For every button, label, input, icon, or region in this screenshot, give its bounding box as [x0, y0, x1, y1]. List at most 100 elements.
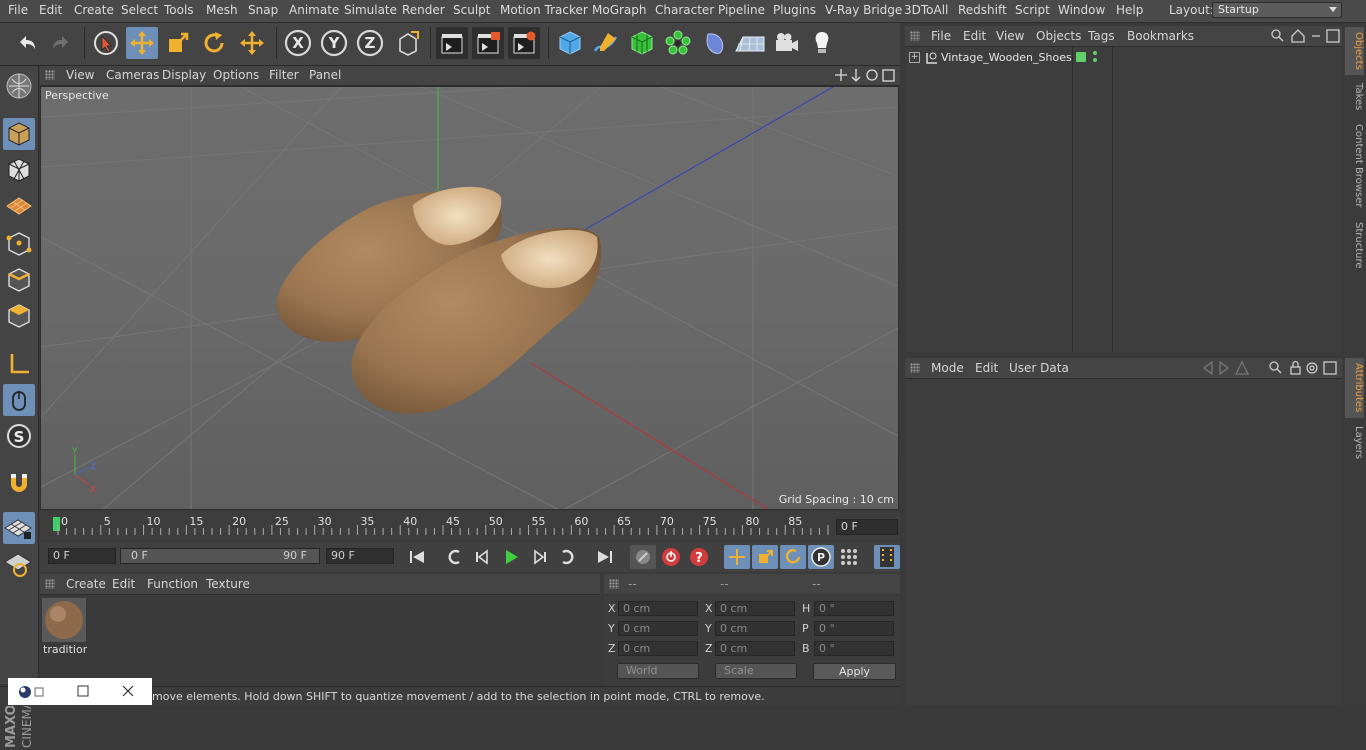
menu-mesh[interactable]: Mesh	[206, 3, 238, 17]
edit-render-settings-button[interactable]	[508, 27, 540, 59]
key-rotation-button[interactable]	[780, 545, 806, 569]
pen-spline-button[interactable]	[590, 27, 622, 59]
prev-frame-button[interactable]	[470, 545, 496, 569]
menu-script[interactable]: Script	[1015, 3, 1050, 17]
texture-mode-button[interactable]	[3, 154, 35, 186]
menu-simulate[interactable]: Simulate	[344, 3, 397, 17]
timeline[interactable]: 051015202530354045505560657075808590 0 F	[40, 511, 900, 541]
size-z-field[interactable]: 0 cm	[715, 641, 795, 656]
y-axis-lock-button[interactable]: Y	[318, 27, 350, 59]
apply-button[interactable]: Apply	[813, 663, 896, 680]
cloner-button[interactable]	[662, 27, 694, 59]
viewport-menu-options[interactable]: Options	[213, 68, 259, 82]
menu-snap[interactable]: Snap	[248, 3, 278, 17]
menu-mograph[interactable]: MoGraph	[592, 3, 647, 17]
key-position-button[interactable]	[724, 545, 750, 569]
object-menu-objects[interactable]: Objects	[1036, 29, 1081, 43]
move-tool-button[interactable]	[126, 27, 158, 59]
record-button[interactable]	[658, 545, 684, 569]
make-editable-button[interactable]	[3, 70, 35, 102]
x-axis-lock-button[interactable]: X	[282, 27, 314, 59]
viewport-menu-view[interactable]: View	[66, 68, 94, 82]
coordinate-space-dropdown[interactable]: World	[617, 663, 699, 679]
tab-layers[interactable]: Layers	[1345, 423, 1364, 463]
pos-z-field[interactable]: 0 cm	[618, 641, 698, 656]
tweak-mode-button[interactable]	[3, 384, 35, 416]
render-to-picture-viewer-button[interactable]	[472, 27, 504, 59]
render-visibility-dot[interactable]	[1093, 58, 1097, 62]
snap-button[interactable]	[3, 466, 35, 498]
coordinate-mode-dropdown[interactable]: Scale	[715, 663, 797, 679]
material-menu-edit[interactable]: Edit	[112, 577, 135, 591]
viewport-perspective[interactable]: Y Z X Perspective Grid Spacing : 10 cm	[40, 86, 899, 510]
light-button[interactable]	[806, 27, 838, 59]
render-view-button[interactable]	[436, 27, 468, 59]
autokey-button[interactable]: ?	[686, 545, 712, 569]
playhead-marker[interactable]	[53, 517, 60, 531]
material-swatch[interactable]: tradition	[42, 598, 87, 656]
deformer-button[interactable]	[698, 27, 730, 59]
edges-mode-button[interactable]	[3, 264, 35, 296]
layer-color-swatch[interactable]	[1076, 52, 1086, 62]
timeline-ruler[interactable]: 051015202530354045505560657075808590	[50, 513, 830, 535]
rot-b-field[interactable]: 0 °	[814, 641, 894, 656]
viewport-menu-panel[interactable]: Panel	[309, 68, 341, 82]
size-x-field[interactable]: 0 cm	[715, 601, 795, 616]
material-menu-texture[interactable]: Texture	[206, 577, 250, 591]
material-menu-function[interactable]: Function	[147, 577, 198, 591]
size-y-field[interactable]: 0 cm	[715, 621, 795, 636]
object-menu-tags[interactable]: Tags	[1088, 29, 1115, 43]
attributes-menu-user-data[interactable]: User Data	[1009, 361, 1069, 375]
menu-create[interactable]: Create	[74, 3, 114, 17]
solo-button[interactable]: S	[3, 420, 35, 452]
editor-visibility-dot[interactable]	[1093, 51, 1097, 55]
next-key-button[interactable]	[554, 545, 580, 569]
viewport-menu-cameras[interactable]: Cameras	[106, 68, 159, 82]
menu-file[interactable]: File	[8, 3, 28, 17]
axis-mode-button[interactable]	[3, 348, 35, 380]
menu-redshift[interactable]: Redshift	[958, 3, 1007, 17]
z-axis-lock-button[interactable]: Z	[354, 27, 386, 59]
menu-sculpt[interactable]: Sculpt	[453, 3, 490, 17]
tab-takes[interactable]: Takes	[1345, 79, 1364, 115]
object-menu-bookmarks[interactable]: Bookmarks	[1127, 29, 1194, 43]
menu-motion-tracker[interactable]: Motion Tracker	[500, 3, 588, 17]
attributes-menu-edit[interactable]: Edit	[975, 361, 998, 375]
coordinate-system-button[interactable]	[392, 27, 424, 59]
live-selection-button[interactable]	[90, 27, 122, 59]
current-frame-field[interactable]: 0 F	[836, 519, 898, 535]
locked-workplane-button[interactable]	[3, 548, 35, 580]
rot-p-field[interactable]: 0 °	[814, 621, 894, 636]
tab-attributes[interactable]: Attributes	[1345, 358, 1364, 418]
pos-y-field[interactable]: 0 cm	[618, 621, 698, 636]
timeline-window-button[interactable]	[874, 545, 900, 569]
model-mode-button[interactable]	[3, 118, 35, 150]
menu-3dtoall[interactable]: 3DToAll	[904, 3, 948, 17]
menu-select[interactable]: Select	[121, 3, 158, 17]
menu-pipeline[interactable]: Pipeline	[718, 3, 765, 17]
menu-vray-bridge[interactable]: V-Ray Bridge	[825, 3, 902, 17]
next-frame-button[interactable]	[526, 545, 552, 569]
menu-tools[interactable]: Tools	[164, 3, 194, 17]
polygons-mode-button[interactable]	[3, 300, 35, 332]
menu-animate[interactable]: Animate	[289, 3, 339, 17]
motion-path-button[interactable]	[630, 545, 656, 569]
material-menu-create[interactable]: Create	[66, 577, 106, 591]
menu-character[interactable]: Character	[655, 3, 714, 17]
object-row[interactable]: + Vintage_Wooden_Shoes	[905, 50, 1342, 67]
layout-dropdown[interactable]: Startup	[1212, 2, 1342, 18]
menu-edit[interactable]: Edit	[39, 3, 62, 17]
object-menu-file[interactable]: File	[931, 29, 951, 43]
camera-button[interactable]	[770, 27, 802, 59]
menu-help[interactable]: Help	[1116, 3, 1143, 17]
play-button[interactable]	[498, 545, 524, 569]
object-menu-edit[interactable]: Edit	[963, 29, 986, 43]
goto-end-button[interactable]	[592, 545, 618, 569]
attributes-menu-mode[interactable]: Mode	[931, 361, 964, 375]
key-pla-button[interactable]	[836, 545, 862, 569]
rot-h-field[interactable]: 0 °	[814, 601, 894, 616]
prev-key-button[interactable]	[442, 545, 468, 569]
object-menu-view[interactable]: View	[996, 29, 1024, 43]
viewport-menu-display[interactable]: Display	[162, 68, 206, 82]
redo-button[interactable]	[46, 27, 78, 59]
